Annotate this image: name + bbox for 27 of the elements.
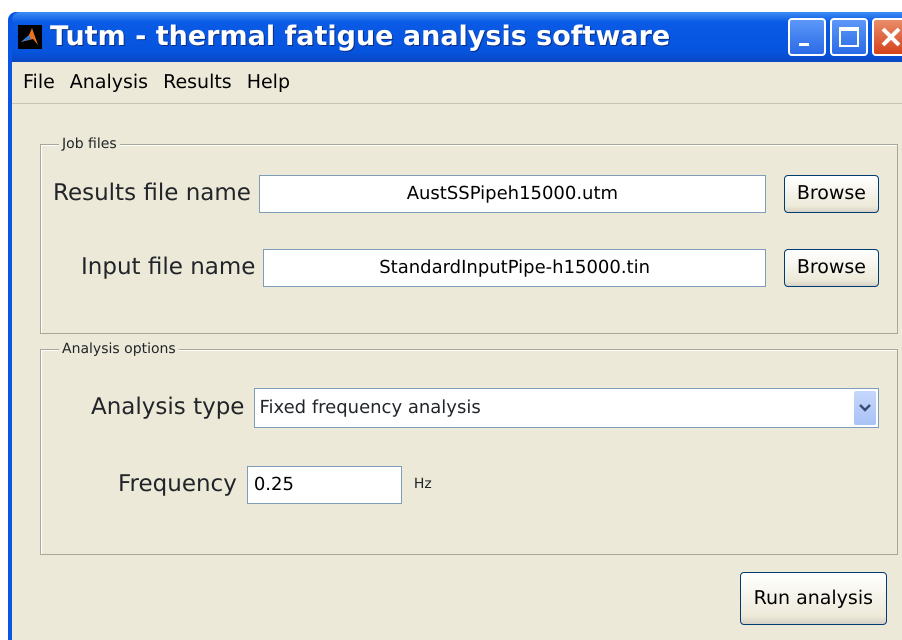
- menu-item[interactable]: File: [16, 68, 63, 96]
- app-icon: [18, 25, 42, 49]
- minimize-icon: [799, 42, 809, 46]
- file-name-field[interactable]: AustSSPipeh15000.utm: [258, 174, 766, 212]
- file-name-field[interactable]: StandardInputPipe-h15000.tin: [263, 248, 766, 286]
- caret-icon: [859, 404, 871, 412]
- field-label: Frequency: [118, 470, 237, 500]
- maximize-button[interactable]: [830, 18, 868, 56]
- menu-item[interactable]: Results: [156, 68, 240, 96]
- close-button[interactable]: [872, 18, 902, 56]
- browse-button[interactable]: Browse: [784, 174, 879, 212]
- window-title: Tutm - thermal fatigue analysis software: [50, 20, 672, 54]
- minimize-button[interactable]: [788, 18, 826, 56]
- panel-title: Analysis options: [59, 340, 179, 358]
- field-label: Results file name: [53, 179, 251, 208]
- browse-button[interactable]: Browse: [784, 248, 879, 286]
- field-label: Analysis type: [91, 393, 244, 422]
- menu-item[interactable]: Analysis: [62, 68, 156, 96]
- frequency-field[interactable]: 0.25: [246, 466, 402, 504]
- unit-label: Hz: [414, 475, 432, 494]
- field-label: Input file name: [81, 253, 256, 282]
- analysis-type-dropdown[interactable]: Fixed frequency analysis: [254, 388, 879, 428]
- menu-item[interactable]: Help: [240, 68, 298, 96]
- maximize-icon: [838, 26, 860, 48]
- close-icon: [879, 25, 902, 49]
- run-analysis-button[interactable]: Run analysis: [740, 572, 887, 624]
- panel-title: Job files: [59, 134, 120, 152]
